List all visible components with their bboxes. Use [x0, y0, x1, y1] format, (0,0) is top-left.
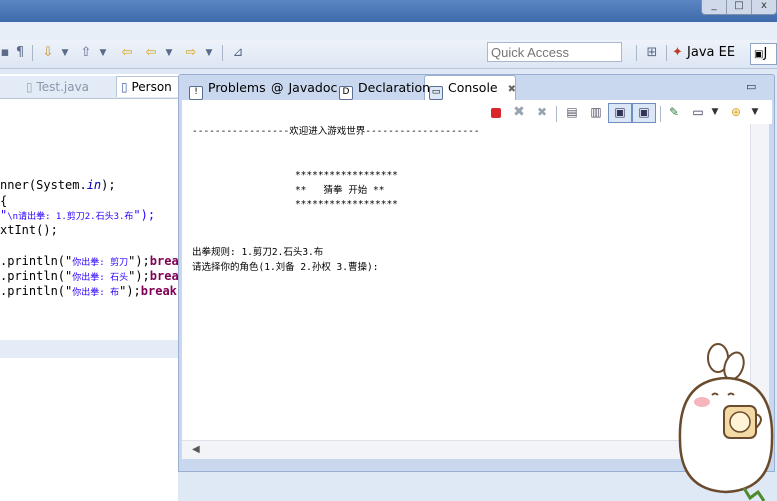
problems-icon: !: [189, 86, 203, 100]
terminate-icon[interactable]: [490, 104, 502, 120]
clear-console-icon[interactable]: ▤: [564, 104, 580, 120]
tab-label: Javadoc: [288, 80, 338, 95]
tab-label: Person: [131, 80, 172, 94]
window-title-bar: [0, 0, 777, 22]
show-on-stderr-icon[interactable]: ▣: [632, 103, 656, 123]
chevron-down-icon[interactable]: ▼: [750, 104, 760, 120]
toolbar-separator: [32, 45, 33, 61]
menu-bar: [0, 22, 777, 40]
window-controls: _ □ x: [701, 0, 777, 15]
console-line: 请选择你的角色(1.刘备 2.孙权 3.曹操):: [192, 262, 379, 273]
chevron-down-icon[interactable]: ▼: [710, 104, 720, 120]
code-line: xtInt();: [0, 223, 58, 237]
main-toolbar: ▪ ¶ ⇩ ▼ ⇧ ▼ ⇦ ⇦ ▼ ⇨ ▼ ⊿ ⊞: [0, 40, 777, 69]
open-console-icon[interactable]: ⊕: [728, 104, 744, 120]
display-selected-console-icon[interactable]: ▭: [690, 104, 706, 120]
console-line: ******************: [192, 199, 398, 210]
tab-label: Test.java: [36, 80, 90, 94]
last-edit-location-icon[interactable]: ⇦: [118, 45, 136, 61]
remove-launch-icon[interactable]: ✖: [512, 104, 526, 120]
forward-icon[interactable]: ⇨: [182, 45, 200, 61]
chevron-down-icon[interactable]: ▼: [60, 45, 70, 61]
code-line: .println("你出拳: 布");break;: [0, 284, 185, 298]
toolbar-separator: [636, 45, 637, 61]
perspective-label: J: [763, 46, 768, 61]
mascot-sticker-image: [678, 343, 774, 501]
editor-horizontal-band: [0, 340, 180, 358]
toolbar-separator: [556, 106, 557, 122]
remove-all-terminated-icon[interactable]: ✖: [534, 104, 550, 120]
toolbar-item-icon[interactable]: ▪: [0, 45, 10, 61]
tab-javadoc[interactable]: @ Javadoc: [271, 77, 337, 99]
editor-tab-test[interactable]: ▯ Test.java: [26, 78, 89, 96]
tab-console[interactable]: ▭ Console ✖: [429, 77, 516, 100]
chevron-down-icon[interactable]: ▼: [164, 45, 174, 61]
toolbar-separator: [666, 45, 667, 61]
console-line: -----------------欢迎进入游戏世界---------------…: [192, 126, 480, 137]
console-line: 出拳规则: 1.剪刀2.石头3.布: [192, 247, 324, 258]
tab-declaration[interactable]: D Declaration: [339, 77, 431, 100]
close-window-button[interactable]: x: [751, 0, 776, 14]
quick-access-input[interactable]: [487, 42, 622, 62]
scroll-left-icon[interactable]: ◀: [192, 444, 200, 455]
tab-problems[interactable]: ! Problems: [189, 77, 266, 100]
java-file-icon: ▯: [121, 80, 128, 94]
declaration-icon: D: [339, 86, 353, 100]
toolbar-separator: [222, 45, 223, 61]
console-icon: ▭: [429, 86, 443, 100]
toolbar-separator: [660, 106, 661, 122]
back-icon[interactable]: ⇦: [142, 45, 160, 61]
chevron-down-icon[interactable]: ▼: [98, 45, 108, 61]
tab-label: Declaration: [358, 80, 431, 95]
show-whitespace-icon[interactable]: ¶: [14, 45, 26, 61]
console-line: ** 猜拳 开始 **: [192, 185, 385, 196]
minimize-button[interactable]: _: [702, 0, 726, 14]
editor-tab-bar: ▯ Test.java ▯ Person: [0, 76, 180, 99]
perspective-java-ee[interactable]: ✦ Java EE: [672, 44, 735, 62]
pin-console-icon[interactable]: ✎: [666, 104, 682, 120]
maximize-button[interactable]: □: [726, 0, 751, 14]
close-tab-icon[interactable]: ✖: [508, 84, 516, 95]
tab-label: Console: [448, 80, 498, 95]
next-annotation-icon[interactable]: ⇩: [40, 45, 56, 61]
chevron-down-icon[interactable]: ▼: [204, 45, 214, 61]
console-line: ******************: [192, 170, 398, 181]
editor-tab-person[interactable]: ▯ Person: [116, 76, 180, 97]
open-perspective-icon[interactable]: ⊞: [644, 45, 660, 61]
perspective-label: Java EE: [687, 45, 736, 60]
scroll-lock-icon[interactable]: ▥: [588, 104, 604, 120]
java-file-icon: ▯: [26, 80, 33, 94]
java-ee-icon: ✦: [672, 45, 683, 60]
perspective-java[interactable]: ▣J: [750, 43, 777, 65]
view-tab-bar: ! Problems @ Javadoc D Declaration ▭ Console…: [183, 77, 773, 100]
tab-label: Problems: [208, 80, 266, 95]
pin-editor-icon[interactable]: ⊿: [230, 45, 246, 61]
prev-annotation-icon[interactable]: ⇧: [78, 45, 94, 61]
code-line: nner(System.in);: [0, 178, 116, 192]
console-toolbar: [182, 100, 772, 124]
javadoc-icon: @: [271, 80, 284, 95]
minimize-view-icon[interactable]: ▭: [746, 80, 756, 93]
show-on-stdout-icon[interactable]: ▣: [608, 103, 632, 123]
